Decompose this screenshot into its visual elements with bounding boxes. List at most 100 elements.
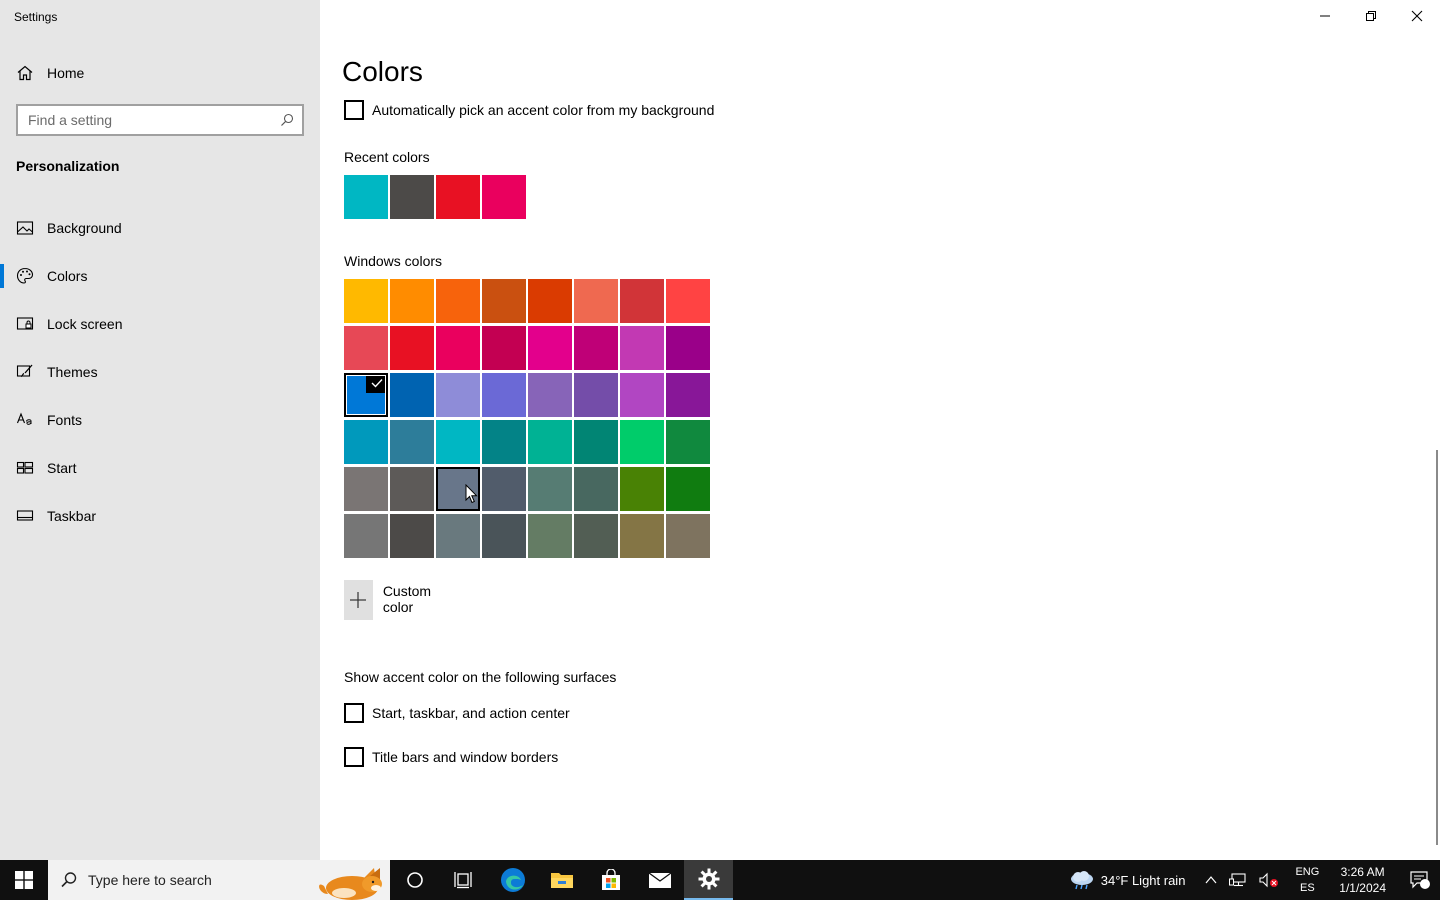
windows-color-swatch[interactable] [344, 467, 388, 511]
language-indicator[interactable]: ENG ES [1295, 864, 1319, 896]
minimize-button[interactable] [1302, 0, 1348, 32]
windows-color-swatch[interactable] [574, 514, 618, 558]
search-input[interactable] [28, 112, 280, 128]
windows-color-swatch[interactable] [666, 279, 710, 323]
volume-muted-icon[interactable] [1259, 872, 1279, 888]
search-icon[interactable] [280, 113, 294, 127]
auto-pick-checkbox[interactable] [344, 100, 364, 120]
taskbar-search-placeholder: Type here to search [88, 872, 212, 888]
recent-color-swatch[interactable] [344, 175, 388, 219]
close-icon [1411, 10, 1423, 22]
sidebar-item-themes[interactable]: Themes [0, 348, 320, 396]
windows-color-swatch[interactable] [528, 467, 572, 511]
task-view-icon [453, 872, 472, 889]
recent-color-swatch[interactable] [436, 175, 480, 219]
windows-colors-row [344, 279, 712, 323]
cortana-icon [406, 872, 423, 888]
windows-color-swatch[interactable] [482, 279, 526, 323]
windows-color-swatch[interactable] [574, 326, 618, 370]
windows-color-swatch[interactable] [666, 420, 710, 464]
windows-color-swatch[interactable] [574, 279, 618, 323]
windows-color-swatch[interactable] [620, 326, 664, 370]
windows-color-swatch[interactable] [666, 373, 710, 417]
section-title: Personalization [16, 158, 120, 174]
windows-color-swatch[interactable] [344, 420, 388, 464]
sidebar-item-taskbar[interactable]: Taskbar [0, 492, 320, 540]
scrollbar[interactable] [1436, 450, 1438, 845]
windows-color-swatch[interactable] [390, 373, 434, 417]
windows-color-swatch[interactable] [574, 420, 618, 464]
windows-color-swatch[interactable] [528, 514, 572, 558]
network-icon[interactable] [1229, 872, 1247, 888]
windows-color-swatch[interactable] [436, 279, 480, 323]
sidebar-item-lock-screen[interactable]: Lock screen [0, 300, 320, 348]
windows-color-swatch[interactable] [574, 467, 618, 511]
windows-color-swatch[interactable] [436, 326, 480, 370]
windows-color-swatch[interactable] [666, 514, 710, 558]
windows-color-swatch[interactable] [390, 467, 434, 511]
gear-icon [698, 868, 719, 890]
start-button[interactable] [0, 860, 48, 900]
windows-color-swatch[interactable] [436, 373, 480, 417]
weather-widget[interactable]: 34°F Light rain [1069, 870, 1185, 890]
chevron-up-icon[interactable] [1205, 875, 1217, 885]
windows-color-swatch[interactable] [390, 420, 434, 464]
store-button[interactable] [586, 860, 635, 900]
windows-color-swatch[interactable] [528, 420, 572, 464]
sidebar-item-fonts[interactable]: Fonts [0, 396, 320, 444]
custom-color-button[interactable]: Custom color [344, 580, 442, 620]
restore-button[interactable] [1348, 0, 1394, 32]
search-box[interactable] [16, 104, 304, 136]
windows-color-swatch[interactable] [482, 420, 526, 464]
windows-color-swatch[interactable] [620, 373, 664, 417]
task-view-button[interactable] [439, 860, 488, 900]
recent-color-swatch[interactable] [390, 175, 434, 219]
windows-color-swatch[interactable] [482, 326, 526, 370]
windows-color-swatch[interactable] [620, 514, 664, 558]
auto-pick-checkbox-row[interactable]: Automatically pick an accent color from … [344, 100, 714, 120]
windows-color-swatch[interactable] [390, 514, 434, 558]
custom-color-label: Custom color [382, 583, 432, 615]
windows-color-swatch[interactable] [528, 373, 572, 417]
windows-color-swatch[interactable] [666, 467, 710, 511]
action-center-button[interactable]: 1 [1400, 870, 1440, 900]
windows-color-swatch[interactable] [482, 467, 526, 511]
windows-color-swatch[interactable] [344, 279, 388, 323]
windows-colors-row [344, 514, 712, 558]
windows-color-swatch[interactable] [482, 514, 526, 558]
windows-color-swatch[interactable] [620, 420, 664, 464]
windows-color-swatch[interactable] [528, 279, 572, 323]
windows-color-swatch[interactable] [574, 373, 618, 417]
edge-button[interactable] [488, 860, 537, 900]
taskbar-search[interactable]: Type here to search [48, 860, 390, 900]
store-icon [601, 869, 620, 890]
file-explorer-button[interactable] [537, 860, 586, 900]
settings-taskbar-button[interactable] [684, 860, 733, 900]
sidebar-item-background[interactable]: Background [0, 204, 320, 252]
clock[interactable]: 3:26 AM 1/1/2024 [1339, 864, 1386, 896]
sidebar-item-colors[interactable]: Colors [0, 252, 320, 300]
mail-button[interactable] [635, 860, 684, 900]
cortana-button[interactable] [390, 860, 439, 900]
windows-color-swatch[interactable] [620, 279, 664, 323]
nav-home[interactable]: Home [0, 56, 320, 90]
surface-titlebars-row[interactable]: Title bars and window borders [344, 747, 558, 767]
windows-color-swatch[interactable] [344, 514, 388, 558]
windows-color-swatch[interactable] [390, 279, 434, 323]
surface-start-checkbox[interactable] [344, 703, 364, 723]
windows-color-swatch[interactable] [436, 514, 480, 558]
windows-color-swatch[interactable] [666, 326, 710, 370]
recent-colors [344, 175, 528, 219]
close-button[interactable] [1394, 0, 1440, 32]
sidebar-item-start[interactable]: Start [0, 444, 320, 492]
surface-start-row[interactable]: Start, taskbar, and action center [344, 703, 570, 723]
windows-color-swatch[interactable] [482, 373, 526, 417]
windows-color-swatch[interactable] [620, 467, 664, 511]
windows-color-swatch-selected[interactable] [344, 373, 388, 417]
windows-color-swatch[interactable] [528, 326, 572, 370]
windows-color-swatch[interactable] [344, 326, 388, 370]
recent-color-swatch[interactable] [482, 175, 526, 219]
surface-titlebars-checkbox[interactable] [344, 747, 364, 767]
windows-color-swatch[interactable] [390, 326, 434, 370]
windows-color-swatch[interactable] [436, 420, 480, 464]
